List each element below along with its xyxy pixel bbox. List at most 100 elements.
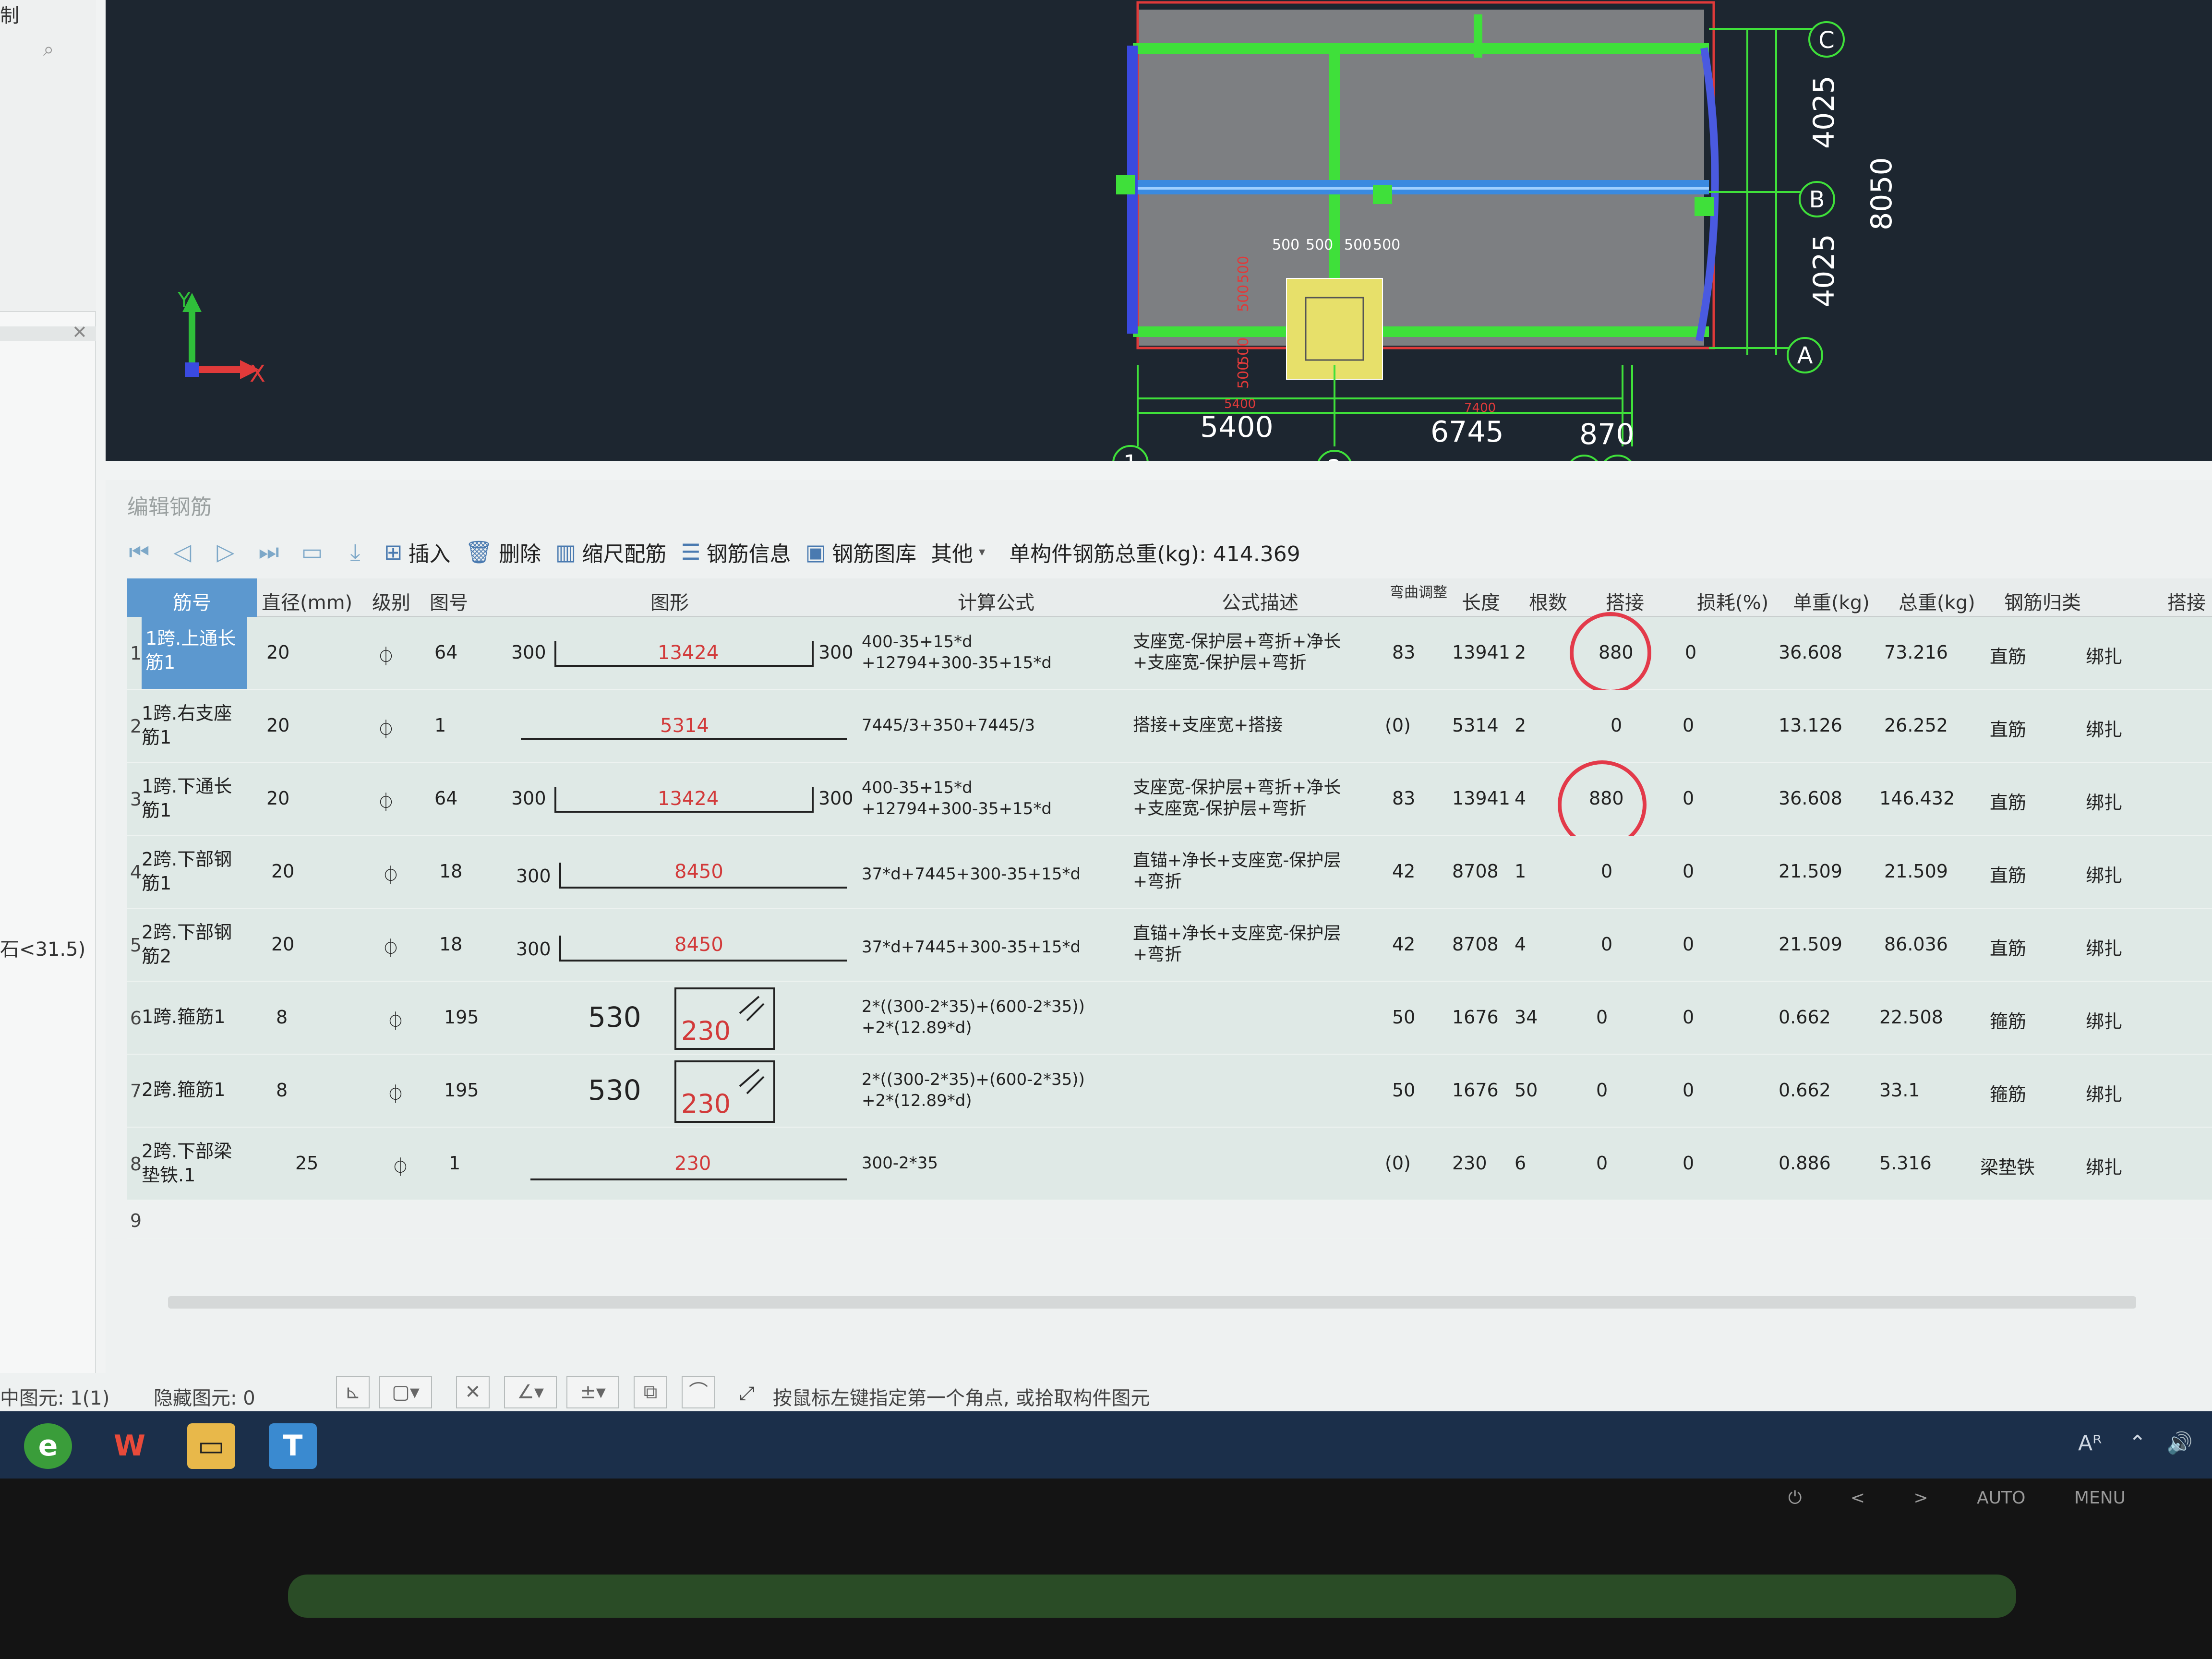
copy-icon[interactable]: ⧉ xyxy=(634,1376,667,1408)
cell-lap-form[interactable]: 绑扎 xyxy=(2086,642,2122,668)
cell-total-weight[interactable]: 21.509 xyxy=(1884,861,1948,882)
cell-shape-no[interactable]: 64 xyxy=(434,642,457,663)
cell-count[interactable]: 50 xyxy=(1515,1080,1538,1101)
cell-category[interactable]: 箍筋 xyxy=(1990,1080,2026,1106)
first-record-icon[interactable]: ⏮ xyxy=(125,539,154,566)
cell-lap[interactable]: 0 xyxy=(1596,1080,1608,1101)
rebar-name[interactable]: 1跨.箍筋1 xyxy=(142,1005,247,1029)
cell-length[interactable]: 8708 xyxy=(1452,861,1499,882)
rebar-name[interactable]: 1跨.上通长 筋1 xyxy=(142,617,247,689)
search-icon[interactable]: ⌕ xyxy=(43,38,54,60)
cell-shape-no[interactable]: 18 xyxy=(439,861,462,882)
browser-icon[interactable]: e xyxy=(24,1423,72,1469)
menu-button[interactable]: MENU xyxy=(2074,1488,2126,1508)
right-arrow-icon[interactable]: > xyxy=(1914,1488,1928,1508)
cell-shape-no[interactable]: 195 xyxy=(444,1080,479,1101)
col-header-unit-weight[interactable]: 单重(kg) xyxy=(1793,587,1870,615)
cell-grade[interactable]: ⏀ xyxy=(386,1080,405,1106)
cell-loss[interactable]: 0 xyxy=(1683,1153,1694,1174)
last-record-icon[interactable]: ⏭ xyxy=(254,539,283,566)
cell-category[interactable]: 直筋 xyxy=(1990,788,2026,814)
cell-shape-no[interactable]: 1 xyxy=(449,1153,460,1174)
col-header-no[interactable]: 筋号 xyxy=(127,578,257,617)
folder-icon[interactable]: ▭ xyxy=(187,1423,235,1469)
ime-icon[interactable]: Aᴿ xyxy=(2078,1431,2102,1455)
cell-count[interactable]: 4 xyxy=(1515,788,1526,809)
ortho-icon[interactable]: ⊾ xyxy=(336,1376,370,1408)
table-row[interactable]: 5 2跨.下部钢 筋2 20 ⏀ 18 300 8450 37*d+7445+30… xyxy=(127,909,2212,982)
cell-length[interactable]: 5314 xyxy=(1452,715,1499,736)
cell-formula[interactable]: 2*((300-2*35)+(600-2*35)) +2*(12.89*d) xyxy=(862,1069,1085,1111)
cell-grade[interactable]: ⏀ xyxy=(377,642,395,668)
cell-count[interactable]: 34 xyxy=(1515,1007,1538,1028)
other-menu-button[interactable]: 其他 ▾ xyxy=(931,537,985,567)
cell-diameter[interactable]: 20 xyxy=(266,788,289,809)
cell-bend[interactable]: 83 xyxy=(1392,788,1415,809)
cell-desc[interactable]: 直锚+净长+支座宽-保护层 +弯折 xyxy=(1133,923,1341,965)
scale-rebar-button[interactable]: ▥ 缩尺配筋 xyxy=(555,537,666,567)
col-header-desc[interactable]: 公式描述 xyxy=(1222,587,1298,615)
cell-unit-weight[interactable]: 21.509 xyxy=(1779,861,1842,882)
cell-formula[interactable]: 2*((300-2*35)+(600-2*35)) +2*(12.89*d) xyxy=(862,996,1085,1038)
close-icon[interactable]: ✕ xyxy=(72,322,87,343)
rebar-info-button[interactable]: ☰ 钢筋信息 xyxy=(681,537,791,567)
insert-button[interactable]: ⊞ 插入 xyxy=(384,537,451,567)
cell-lap[interactable]: 0 xyxy=(1596,1153,1608,1174)
cell-count[interactable]: 2 xyxy=(1515,715,1526,736)
cell-desc[interactable]: 直锚+净长+支座宽-保护层 +弯折 xyxy=(1133,850,1341,892)
table-row[interactable]: 4 2跨.下部钢 筋1 20 ⏀ 18 300 8450 37*d+7445+30… xyxy=(127,836,2212,909)
power-icon[interactable]: ⏻ xyxy=(1788,1488,1802,1508)
cell-lap-form[interactable]: 绑扎 xyxy=(2086,1007,2122,1033)
cell-length[interactable]: 8708 xyxy=(1452,934,1499,955)
shape-value[interactable]: 13424 xyxy=(658,788,719,810)
cell-category[interactable]: 直筋 xyxy=(1990,861,2026,887)
offset-icon[interactable]: ±▾ xyxy=(566,1376,619,1408)
cell-loss[interactable]: 0 xyxy=(1683,861,1694,882)
cell-bend[interactable]: 83 xyxy=(1392,642,1415,663)
cell-unit-weight[interactable]: 36.608 xyxy=(1779,788,1842,809)
cell-grade[interactable]: ⏀ xyxy=(391,1153,409,1179)
cell-loss[interactable]: 0 xyxy=(1683,715,1694,736)
snap-icon[interactable]: ▢▾ xyxy=(379,1376,432,1408)
auto-button[interactable]: AUTO xyxy=(1977,1488,2025,1508)
cell-loss[interactable]: 0 xyxy=(1683,934,1694,955)
cell-formula[interactable]: 37*d+7445+300-35+15*d xyxy=(862,937,1081,958)
cell-lap-form[interactable]: 绑扎 xyxy=(2086,1080,2122,1106)
shape-value[interactable]: 8450 xyxy=(674,934,723,956)
cell-lap-form[interactable]: 绑扎 xyxy=(2086,715,2122,741)
cell-formula[interactable]: 400-35+15*d +12794+300-35+15*d xyxy=(862,631,1052,673)
cell-lap-form[interactable]: 绑扎 xyxy=(2086,861,2122,887)
cell-unit-weight[interactable]: 0.886 xyxy=(1779,1153,1831,1174)
cross-icon[interactable]: ✕ xyxy=(456,1376,490,1408)
cell-total-weight[interactable]: 86.036 xyxy=(1884,934,1948,955)
rebar-name[interactable]: 2跨.箍筋1 xyxy=(142,1078,247,1102)
cell-total-weight[interactable]: 22.508 xyxy=(1879,1007,1943,1028)
cell-shape-no[interactable]: 18 xyxy=(439,934,462,955)
cell-length[interactable]: 1676 xyxy=(1452,1007,1499,1028)
next-record-icon[interactable]: ▷ xyxy=(211,539,240,565)
cell-loss[interactable]: 0 xyxy=(1683,1080,1694,1101)
cell-length[interactable]: 1676 xyxy=(1452,1080,1499,1101)
glodon-app-icon[interactable]: T xyxy=(269,1423,317,1469)
shape-value[interactable]: 13424 xyxy=(658,642,719,664)
cell-formula[interactable]: 37*d+7445+300-35+15*d xyxy=(862,864,1081,885)
delete-button[interactable]: 🗑 删除 xyxy=(465,537,541,567)
cell-lap-form[interactable]: 绑扎 xyxy=(2086,1153,2122,1179)
volume-icon[interactable]: 🔊 xyxy=(2166,1431,2193,1455)
cell-unit-weight[interactable]: 0.662 xyxy=(1779,1080,1831,1101)
cell-diameter[interactable]: 8 xyxy=(276,1080,288,1101)
cell-count[interactable]: 1 xyxy=(1515,861,1526,882)
col-header-total-weight[interactable]: 总重(kg) xyxy=(1899,587,1975,615)
move-up-icon[interactable]: ▭ xyxy=(298,539,326,565)
wps-icon[interactable]: W xyxy=(106,1423,154,1469)
cell-grade[interactable]: ⏀ xyxy=(377,788,395,814)
cell-length[interactable]: 13941 xyxy=(1452,788,1510,809)
cell-lap[interactable]: 0 xyxy=(1611,715,1622,736)
table-row[interactable]: 2 1跨.右支座 筋1 20 ⏀ 1 5314 7445/3+350+7445/3… xyxy=(127,690,2212,763)
cell-bend[interactable]: 42 xyxy=(1392,861,1415,882)
cell-desc[interactable]: 支座宽-保护层+弯折+净长 +支座宽-保护层+弯折 xyxy=(1133,631,1341,673)
cell-total-weight[interactable]: 5.316 xyxy=(1879,1153,1932,1174)
cell-diameter[interactable]: 20 xyxy=(271,934,294,955)
cell-total-weight[interactable]: 26.252 xyxy=(1884,715,1948,736)
col-header-bend[interactable]: 弯曲调整 xyxy=(1390,580,1447,601)
